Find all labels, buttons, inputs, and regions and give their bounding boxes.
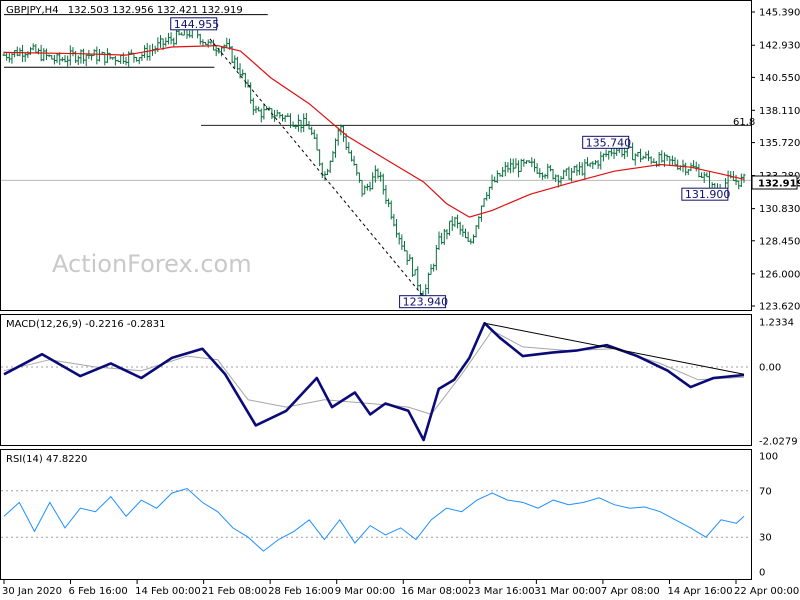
x-tick-label: 9 Mar 00:00 [335,586,395,597]
annotation-label: 131.900 [685,188,731,201]
price-y-tick-label: 123.620 [759,302,800,313]
price-y-tick-label: 126.000 [759,269,800,280]
watermark: ActionForex.com [52,250,252,278]
rsi-y-axis: 100 70 30 0 [759,452,778,579]
annotation-label: 144.955 [174,18,220,31]
annotation-label: 135.740 [586,136,632,149]
x-tick-label: 7 Apr 08:00 [601,586,660,597]
price-panel-title: GBPJPY,H4 132.503 132.956 132.421 132.91… [6,5,243,16]
rsi-y-tick-label: 0 [759,568,765,579]
rsi-panel-frame [0,449,752,580]
x-tick-label: 14 Apr 16:00 [667,586,732,597]
rsi-y-tick-label: 30 [759,533,772,544]
macd-panel-title: MACD(12,26,9) -0.2216 -0.2831 [6,319,166,330]
x-tick-label: 28 Feb 16:00 [268,586,334,597]
price-y-tick-label: 142.930 [759,41,800,52]
rsi-panel-title: RSI(14) 47.8220 [6,454,87,465]
ohlc-values: 132.503 132.956 132.421 132.919 [68,5,243,16]
chart-svg: 145.390142.930140.550138.110135.720133.2… [0,0,800,597]
x-tick-label: 16 Mar 08:00 [401,586,468,597]
price-y-tick-label: 128.450 [759,236,800,247]
price-y-tick-label: 140.550 [759,73,800,84]
x-tick-label: 14 Feb 00:00 [135,586,201,597]
x-tick-label: 21 Feb 08:00 [202,586,268,597]
annotation-label: 123.940 [403,296,449,309]
x-tick-label: 6 Feb 16:00 [69,586,128,597]
current-price-label: 132.919 [758,179,800,190]
price-y-tick-label: 145.390 [759,8,800,19]
x-tick-label: 23 Mar 16:00 [468,586,535,597]
fib-level-label: 61.8 [733,117,755,128]
price-y-axis: 145.390142.930140.550138.110135.720133.2… [751,8,800,313]
x-tick-label: 30 Jan 2020 [2,586,62,597]
time-x-axis: 30 Jan 2020 6 Feb 16:00 14 Feb 00:00 21 Feb… [2,580,799,597]
x-tick-label: 31 Mar 00:00 [534,586,601,597]
macd-y-tick-label: 0.00 [759,363,781,374]
macd-y-tick-label: 1.2334 [759,318,794,329]
macd-y-axis: 1.2334 0.00 -2.0279 [759,318,798,448]
price-y-tick-label: 130.830 [759,204,800,215]
rsi-y-tick-label: 70 [759,486,772,497]
price-y-tick-label: 135.720 [759,138,800,149]
macd-y-tick-label: -2.0279 [759,437,798,448]
macd-panel-frame [0,314,752,446]
price-y-tick-label: 138.110 [759,106,800,117]
x-tick-label: 22 Apr 00:00 [734,586,799,597]
rsi-y-tick-label: 100 [759,452,778,463]
symbol-label: GBPJPY,H4 [6,5,59,16]
